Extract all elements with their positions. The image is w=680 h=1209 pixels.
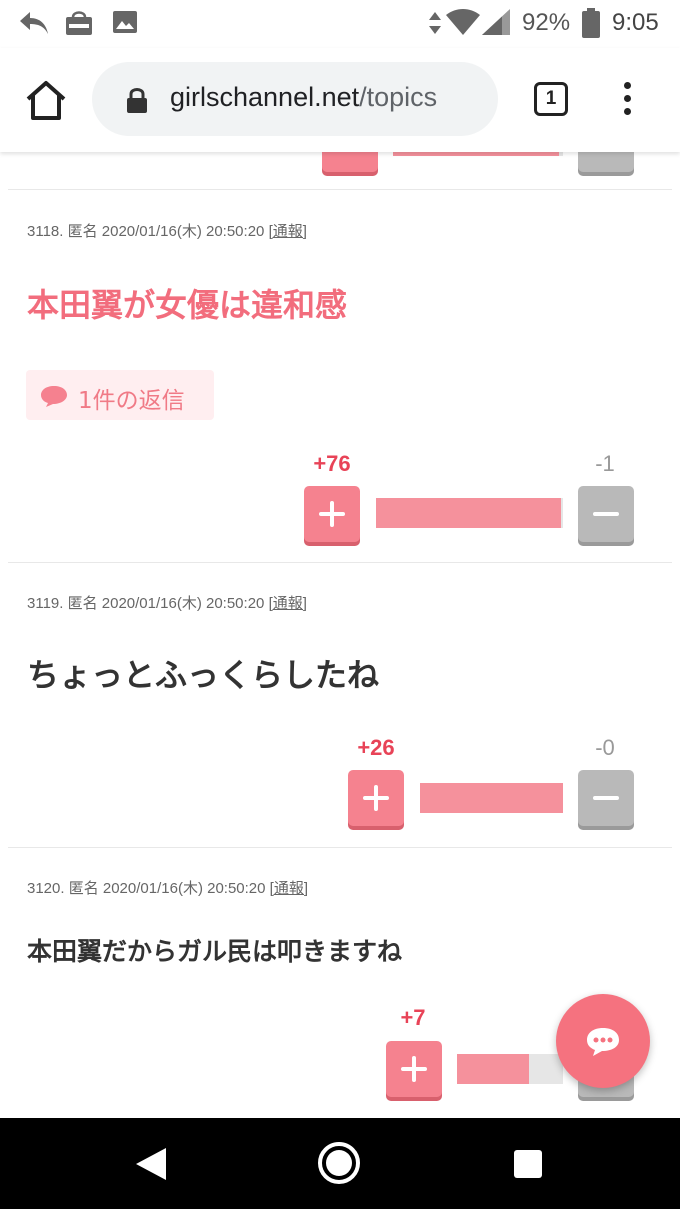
plus-count: +76 (313, 451, 351, 476)
home-icon[interactable] (22, 78, 70, 122)
vote-ratio-fill (457, 1054, 529, 1084)
browser-toolbar: girlschannel.net/topics 1 (0, 48, 680, 152)
vote-ratio-fill (376, 498, 561, 528)
address-bar[interactable]: girlschannel.net/topics (92, 62, 498, 136)
comment-3119: 3119. 匿名 2020/01/16(木) 20:50:20 [通報] ちょっ… (0, 563, 680, 847)
home-nav-icon[interactable] (318, 1142, 360, 1184)
reply-arrow-icon (20, 12, 48, 34)
report-link[interactable]: [通報] (269, 223, 307, 240)
chat-bubble-icon (587, 1028, 619, 1056)
reply-count-label: 1件の返信 (78, 388, 185, 414)
plus-count: +7 (400, 1005, 426, 1030)
tab-switcher-button[interactable]: 1 (534, 82, 568, 116)
url-text: girlschannel.net/topics (170, 82, 437, 113)
previous-comment-votes (0, 152, 680, 188)
comment-meta-text: 3120. 匿名 2020/01/16(木) 20:50:20 (27, 880, 266, 897)
back-icon[interactable] (134, 1146, 168, 1182)
market-icon (66, 11, 92, 35)
comment-meta: 3118. 匿名 2020/01/16(木) 20:50:20 [通報] (27, 220, 307, 241)
recent-apps-icon[interactable] (514, 1150, 542, 1178)
report-link[interactable]: [通報] (270, 880, 308, 897)
plus-count: +26 (357, 735, 395, 760)
speech-bubble-icon (41, 386, 67, 407)
plus-button[interactable] (348, 770, 404, 826)
comment-meta-text: 3118. 匿名 2020/01/16(木) 20:50:20 (27, 223, 265, 240)
vote-ratio-bar (376, 498, 563, 528)
comment-list: 3118. 匿名 2020/01/16(木) 20:50:20 [通報] 本田翼… (0, 152, 680, 1118)
comment-meta: 3120. 匿名 2020/01/16(木) 20:50:20 [通報] (27, 877, 308, 898)
previous-vote-bar-fill (393, 152, 559, 156)
previous-plus-button[interactable] (322, 152, 378, 172)
plus-button[interactable] (386, 1041, 442, 1097)
minus-count: -1 (595, 451, 615, 476)
battery-percent: 92% (522, 9, 571, 36)
previous-minus-button[interactable] (578, 152, 634, 172)
more-menu-icon[interactable] (620, 82, 634, 120)
data-transfer-icon (429, 12, 441, 34)
minus-count: -0 (595, 735, 615, 760)
comment-meta-text: 3119. 匿名 2020/01/16(木) 20:50:20 (27, 595, 265, 612)
image-icon (113, 11, 137, 33)
comment-text: ちょっとふっくらしたね (27, 656, 380, 694)
url-path: /topics (359, 82, 438, 112)
system-nav-bar (0, 1118, 680, 1209)
clock: 9:05 (612, 9, 659, 36)
signal-icon (482, 9, 510, 35)
comment-meta: 3119. 匿名 2020/01/16(木) 20:50:20 [通報] (27, 592, 307, 613)
comment-text: 本田翼が女優は違和感 (27, 286, 348, 324)
plus-button[interactable] (304, 486, 360, 542)
minus-button[interactable] (578, 770, 634, 826)
battery-icon (582, 8, 600, 38)
reply-count-button[interactable]: 1件の返信 (26, 370, 214, 420)
status-bar: 92% 9:05 (0, 0, 680, 48)
url-host: girlschannel.net (170, 82, 360, 112)
vote-ratio-bar (457, 1054, 563, 1084)
wifi-icon (446, 9, 480, 35)
lock-icon (127, 88, 147, 113)
comment-3118: 3118. 匿名 2020/01/16(木) 20:50:20 [通報] 本田翼… (0, 190, 680, 562)
comment-text: 本田翼だからガル民は叩きますね (27, 937, 403, 966)
post-comment-fab[interactable] (556, 994, 650, 1088)
previous-vote-bar (393, 152, 563, 156)
report-link[interactable]: [通報] (269, 595, 307, 612)
vote-ratio-fill (420, 783, 563, 813)
minus-button[interactable] (578, 486, 634, 542)
vote-ratio-bar (420, 783, 563, 813)
